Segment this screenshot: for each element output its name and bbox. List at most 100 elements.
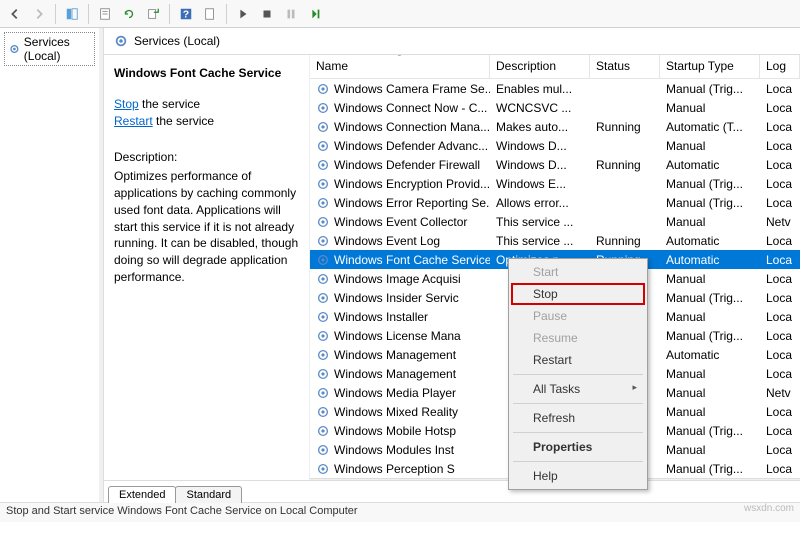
col-status[interactable]: Status [590,55,660,78]
stop-link[interactable]: Stop [114,97,139,111]
service-row[interactable]: Windows Connection Mana...Makes auto...R… [310,117,800,136]
pause-button[interactable] [280,3,302,25]
cell-status [590,183,660,185]
export-button[interactable] [142,3,164,25]
cell-name: Windows Media Player [310,385,490,401]
help-button[interactable]: ? [175,3,197,25]
cell-name: Windows Management [310,366,490,382]
cell-name: Windows Mobile Hotsp [310,423,490,439]
cell-startup: Manual [660,385,760,401]
cell-name: Windows Camera Frame Se... [310,81,490,97]
tree-node-label: Services (Local) [24,35,90,63]
service-row[interactable]: Windows Defender Advanc...Windows D...Ma… [310,136,800,155]
restart-link[interactable]: Restart [114,114,153,128]
service-row[interactable]: Windows Encryption Provid...Windows E...… [310,174,800,193]
cell-name: Windows Image Acquisi [310,271,490,287]
description-label: Description: [114,149,301,166]
context-separator [513,461,643,462]
context-item-refresh[interactable]: Refresh [511,407,645,429]
cell-logon: Loca [760,195,800,211]
restart-button[interactable] [304,3,326,25]
col-logon[interactable]: Log [760,55,800,78]
cell-logon: Netv [760,385,800,401]
cell-logon: Loca [760,138,800,154]
tree-node-services-local[interactable]: Services (Local) [4,32,95,66]
cell-logon: Loca [760,404,800,420]
context-item-all-tasks[interactable]: All Tasks [511,378,645,400]
cell-startup: Automatic [660,347,760,363]
cell-name: Windows Defender Advanc... [310,138,490,154]
context-item-help[interactable]: Help [511,465,645,487]
cell-description: This service ... [490,214,590,230]
context-item-properties[interactable]: Properties [511,436,645,458]
cell-startup: Automatic [660,252,760,268]
detail-column: Windows Font Cache Service Stop the serv… [104,55,309,480]
cell-logon: Loca [760,233,800,249]
list-header: ˆName Description Status Startup Type Lo… [310,55,800,79]
restart-line: Restart the service [114,113,301,130]
cell-status [590,88,660,90]
cell-name: Windows Insider Servic [310,290,490,306]
service-row[interactable]: Windows Camera Frame Se...Enables mul...… [310,79,800,98]
service-row[interactable]: Windows Error Reporting Se...Allows erro… [310,193,800,212]
cell-startup: Manual [660,214,760,230]
cell-logon: Loca [760,176,800,192]
toolbar-separator [169,4,170,24]
status-bar: Stop and Start service Windows Font Cach… [0,502,800,522]
cell-startup: Manual [660,100,760,116]
back-button[interactable] [4,3,26,25]
refresh-button[interactable] [118,3,140,25]
cell-startup: Automatic [660,233,760,249]
context-item-restart[interactable]: Restart [511,349,645,371]
cell-description: Windows E... [490,176,590,192]
cell-name: Windows Event Collector [310,214,490,230]
service-row[interactable]: Windows Connect Now - C...WCNCSVC ...Man… [310,98,800,117]
cell-startup: Manual (Trig... [660,423,760,439]
cell-status [590,145,660,147]
col-description[interactable]: Description [490,55,590,78]
col-startup-label: Startup Type [666,59,734,73]
cell-startup: Manual [660,271,760,287]
context-item-stop[interactable]: Stop [511,283,645,305]
help2-button[interactable] [199,3,221,25]
watermark: wsxdn.com [744,503,794,514]
gear-icon [9,42,20,56]
tab-extended[interactable]: Extended [108,486,176,503]
toolbar: ? [0,0,800,28]
context-separator [513,403,643,404]
tree-pane: Services (Local) [0,28,103,502]
context-item-start: Start [511,261,645,283]
tab-standard[interactable]: Standard [175,486,242,503]
sort-arrow-icon: ˆ [398,55,401,63]
cell-description: Allows error... [490,195,590,211]
stop-button[interactable] [256,3,278,25]
cell-name: Windows Defender Firewall [310,157,490,173]
cell-description: Makes auto... [490,119,590,135]
cell-startup: Manual [660,404,760,420]
cell-logon: Loca [760,290,800,306]
cell-startup: Manual [660,138,760,154]
cell-status [590,221,660,223]
start-button[interactable] [232,3,254,25]
context-separator [513,374,643,375]
tabs-row: Extended Standard [104,480,800,502]
col-logon-label: Log [766,59,786,73]
right-header-title: Services (Local) [134,34,220,48]
showhide-button[interactable] [61,3,83,25]
context-item-pause: Pause [511,305,645,327]
cell-status [590,202,660,204]
col-name[interactable]: ˆName [310,55,490,78]
forward-button[interactable] [28,3,50,25]
cell-startup: Manual [660,442,760,458]
main-split: Services (Local) Services (Local) Window… [0,28,800,502]
cell-name: Windows Connection Mana... [310,119,490,135]
service-row[interactable]: Windows Event LogThis service ...Running… [310,231,800,250]
toolbar-separator [88,4,89,24]
service-row[interactable]: Windows Defender FirewallWindows D...Run… [310,155,800,174]
col-startup[interactable]: Startup Type [660,55,760,78]
properties-button[interactable] [94,3,116,25]
service-row[interactable]: Windows Event CollectorThis service ... M… [310,212,800,231]
right-pane: Services (Local) Windows Font Cache Serv… [103,28,800,502]
cell-startup: Manual (Trig... [660,195,760,211]
cell-name: Windows Perception S [310,461,490,477]
